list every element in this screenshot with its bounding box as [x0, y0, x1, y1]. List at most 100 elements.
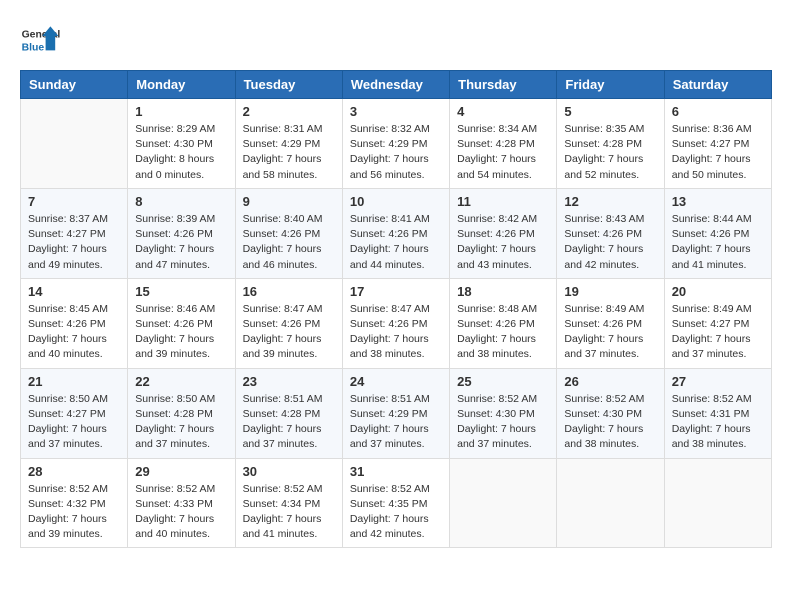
- calendar-cell: 24 Sunrise: 8:51 AMSunset: 4:29 PMDayligh…: [342, 368, 449, 458]
- calendar-cell: 27 Sunrise: 8:52 AMSunset: 4:31 PMDayligh…: [664, 368, 771, 458]
- calendar-cell: 28 Sunrise: 8:52 AMSunset: 4:32 PMDayligh…: [21, 458, 128, 548]
- day-number: 25: [457, 374, 549, 389]
- calendar-header-row: SundayMondayTuesdayWednesdayThursdayFrid…: [21, 71, 772, 99]
- calendar-cell: 4 Sunrise: 8:34 AMSunset: 4:28 PMDaylight…: [450, 99, 557, 189]
- logo-icon: General Blue: [20, 20, 60, 60]
- calendar-cell: [557, 458, 664, 548]
- day-number: 6: [672, 104, 764, 119]
- page-header: General Blue: [20, 20, 772, 60]
- calendar-cell: 18 Sunrise: 8:48 AMSunset: 4:26 PMDayligh…: [450, 278, 557, 368]
- calendar-week-row: 1 Sunrise: 8:29 AMSunset: 4:30 PMDaylight…: [21, 99, 772, 189]
- calendar-cell: 25 Sunrise: 8:52 AMSunset: 4:30 PMDayligh…: [450, 368, 557, 458]
- calendar-table: SundayMondayTuesdayWednesdayThursdayFrid…: [20, 70, 772, 548]
- day-number: 26: [564, 374, 656, 389]
- day-number: 20: [672, 284, 764, 299]
- calendar-day-header: Friday: [557, 71, 664, 99]
- calendar-week-row: 21 Sunrise: 8:50 AMSunset: 4:27 PMDayligh…: [21, 368, 772, 458]
- day-number: 21: [28, 374, 120, 389]
- day-info: Sunrise: 8:40 AMSunset: 4:26 PMDaylight:…: [243, 212, 335, 273]
- day-info: Sunrise: 8:47 AMSunset: 4:26 PMDaylight:…: [243, 302, 335, 363]
- calendar-cell: [664, 458, 771, 548]
- day-number: 9: [243, 194, 335, 209]
- day-info: Sunrise: 8:52 AMSunset: 4:32 PMDaylight:…: [28, 482, 120, 543]
- day-number: 3: [350, 104, 442, 119]
- day-number: 19: [564, 284, 656, 299]
- day-info: Sunrise: 8:52 AMSunset: 4:31 PMDaylight:…: [672, 392, 764, 453]
- calendar-cell: 9 Sunrise: 8:40 AMSunset: 4:26 PMDaylight…: [235, 188, 342, 278]
- day-info: Sunrise: 8:36 AMSunset: 4:27 PMDaylight:…: [672, 122, 764, 183]
- day-number: 4: [457, 104, 549, 119]
- day-number: 2: [243, 104, 335, 119]
- calendar-cell: 15 Sunrise: 8:46 AMSunset: 4:26 PMDayligh…: [128, 278, 235, 368]
- day-info: Sunrise: 8:51 AMSunset: 4:29 PMDaylight:…: [350, 392, 442, 453]
- calendar-cell: 2Sunrise: 8:31 AMSunset: 4:29 PMDaylight…: [235, 99, 342, 189]
- day-number: 22: [135, 374, 227, 389]
- logo: General Blue: [20, 20, 64, 60]
- day-info: Sunrise: 8:52 AMSunset: 4:35 PMDaylight:…: [350, 482, 442, 543]
- day-info: Sunrise: 8:52 AMSunset: 4:30 PMDaylight:…: [564, 392, 656, 453]
- calendar-cell: 30Sunrise: 8:52 AMSunset: 4:34 PMDayligh…: [235, 458, 342, 548]
- day-number: 27: [672, 374, 764, 389]
- day-info: Sunrise: 8:50 AMSunset: 4:28 PMDaylight:…: [135, 392, 227, 453]
- day-info: Sunrise: 8:32 AMSunset: 4:29 PMDaylight:…: [350, 122, 442, 183]
- day-number: 23: [243, 374, 335, 389]
- day-number: 10: [350, 194, 442, 209]
- calendar-week-row: 14 Sunrise: 8:45 AMSunset: 4:26 PMDayligh…: [21, 278, 772, 368]
- day-number: 8: [135, 194, 227, 209]
- day-info: Sunrise: 8:39 AMSunset: 4:26 PMDaylight:…: [135, 212, 227, 273]
- calendar-cell: 29Sunrise: 8:52 AMSunset: 4:33 PMDayligh…: [128, 458, 235, 548]
- day-number: 17: [350, 284, 442, 299]
- day-number: 13: [672, 194, 764, 209]
- day-info: Sunrise: 8:35 AMSunset: 4:28 PMDaylight:…: [564, 122, 656, 183]
- day-info: Sunrise: 8:46 AMSunset: 4:26 PMDaylight:…: [135, 302, 227, 363]
- day-number: 1: [135, 104, 227, 119]
- calendar-cell: 8 Sunrise: 8:39 AMSunset: 4:26 PMDaylight…: [128, 188, 235, 278]
- day-info: Sunrise: 8:52 AMSunset: 4:34 PMDaylight:…: [243, 482, 335, 543]
- calendar-cell: 12Sunrise: 8:43 AMSunset: 4:26 PMDayligh…: [557, 188, 664, 278]
- calendar-cell: 26 Sunrise: 8:52 AMSunset: 4:30 PMDayligh…: [557, 368, 664, 458]
- day-number: 11: [457, 194, 549, 209]
- calendar-day-header: Sunday: [21, 71, 128, 99]
- calendar-cell: 11Sunrise: 8:42 AMSunset: 4:26 PMDayligh…: [450, 188, 557, 278]
- day-number: 28: [28, 464, 120, 479]
- calendar-day-header: Saturday: [664, 71, 771, 99]
- calendar-cell: 10Sunrise: 8:41 AMSunset: 4:26 PMDayligh…: [342, 188, 449, 278]
- day-info: Sunrise: 8:51 AMSunset: 4:28 PMDaylight:…: [243, 392, 335, 453]
- calendar-week-row: 7Sunrise: 8:37 AMSunset: 4:27 PMDaylight…: [21, 188, 772, 278]
- day-info: Sunrise: 8:48 AMSunset: 4:26 PMDaylight:…: [457, 302, 549, 363]
- day-info: Sunrise: 8:52 AMSunset: 4:33 PMDaylight:…: [135, 482, 227, 543]
- calendar-cell: 31 Sunrise: 8:52 AMSunset: 4:35 PMDayligh…: [342, 458, 449, 548]
- day-number: 31: [350, 464, 442, 479]
- day-number: 24: [350, 374, 442, 389]
- svg-text:Blue: Blue: [22, 42, 45, 53]
- day-number: 15: [135, 284, 227, 299]
- calendar-day-header: Thursday: [450, 71, 557, 99]
- calendar-cell: 14 Sunrise: 8:45 AMSunset: 4:26 PMDayligh…: [21, 278, 128, 368]
- calendar-day-header: Wednesday: [342, 71, 449, 99]
- day-info: Sunrise: 8:50 AMSunset: 4:27 PMDaylight:…: [28, 392, 120, 453]
- calendar-day-header: Tuesday: [235, 71, 342, 99]
- calendar-cell: 16 Sunrise: 8:47 AMSunset: 4:26 PMDayligh…: [235, 278, 342, 368]
- calendar-day-header: Monday: [128, 71, 235, 99]
- calendar-cell: 23 Sunrise: 8:51 AMSunset: 4:28 PMDayligh…: [235, 368, 342, 458]
- calendar-cell: 3 Sunrise: 8:32 AMSunset: 4:29 PMDaylight…: [342, 99, 449, 189]
- calendar-cell: 21 Sunrise: 8:50 AMSunset: 4:27 PMDayligh…: [21, 368, 128, 458]
- calendar-cell: 5 Sunrise: 8:35 AMSunset: 4:28 PMDaylight…: [557, 99, 664, 189]
- day-info: Sunrise: 8:34 AMSunset: 4:28 PMDaylight:…: [457, 122, 549, 183]
- calendar-cell: 20 Sunrise: 8:49 AMSunset: 4:27 PMDayligh…: [664, 278, 771, 368]
- day-number: 14: [28, 284, 120, 299]
- day-number: 5: [564, 104, 656, 119]
- calendar-cell: [450, 458, 557, 548]
- day-info: Sunrise: 8:52 AMSunset: 4:30 PMDaylight:…: [457, 392, 549, 453]
- calendar-cell: 19Sunrise: 8:49 AMSunset: 4:26 PMDayligh…: [557, 278, 664, 368]
- day-number: 16: [243, 284, 335, 299]
- calendar-cell: 22 Sunrise: 8:50 AMSunset: 4:28 PMDayligh…: [128, 368, 235, 458]
- day-info: Sunrise: 8:45 AMSunset: 4:26 PMDaylight:…: [28, 302, 120, 363]
- day-info: Sunrise: 8:49 AMSunset: 4:27 PMDaylight:…: [672, 302, 764, 363]
- calendar-cell: 6 Sunrise: 8:36 AMSunset: 4:27 PMDaylight…: [664, 99, 771, 189]
- calendar-cell: 13Sunrise: 8:44 AMSunset: 4:26 PMDayligh…: [664, 188, 771, 278]
- calendar-body: 1 Sunrise: 8:29 AMSunset: 4:30 PMDaylight…: [21, 99, 772, 548]
- day-number: 18: [457, 284, 549, 299]
- day-info: Sunrise: 8:29 AMSunset: 4:30 PMDaylight:…: [135, 122, 227, 183]
- day-info: Sunrise: 8:43 AMSunset: 4:26 PMDaylight:…: [564, 212, 656, 273]
